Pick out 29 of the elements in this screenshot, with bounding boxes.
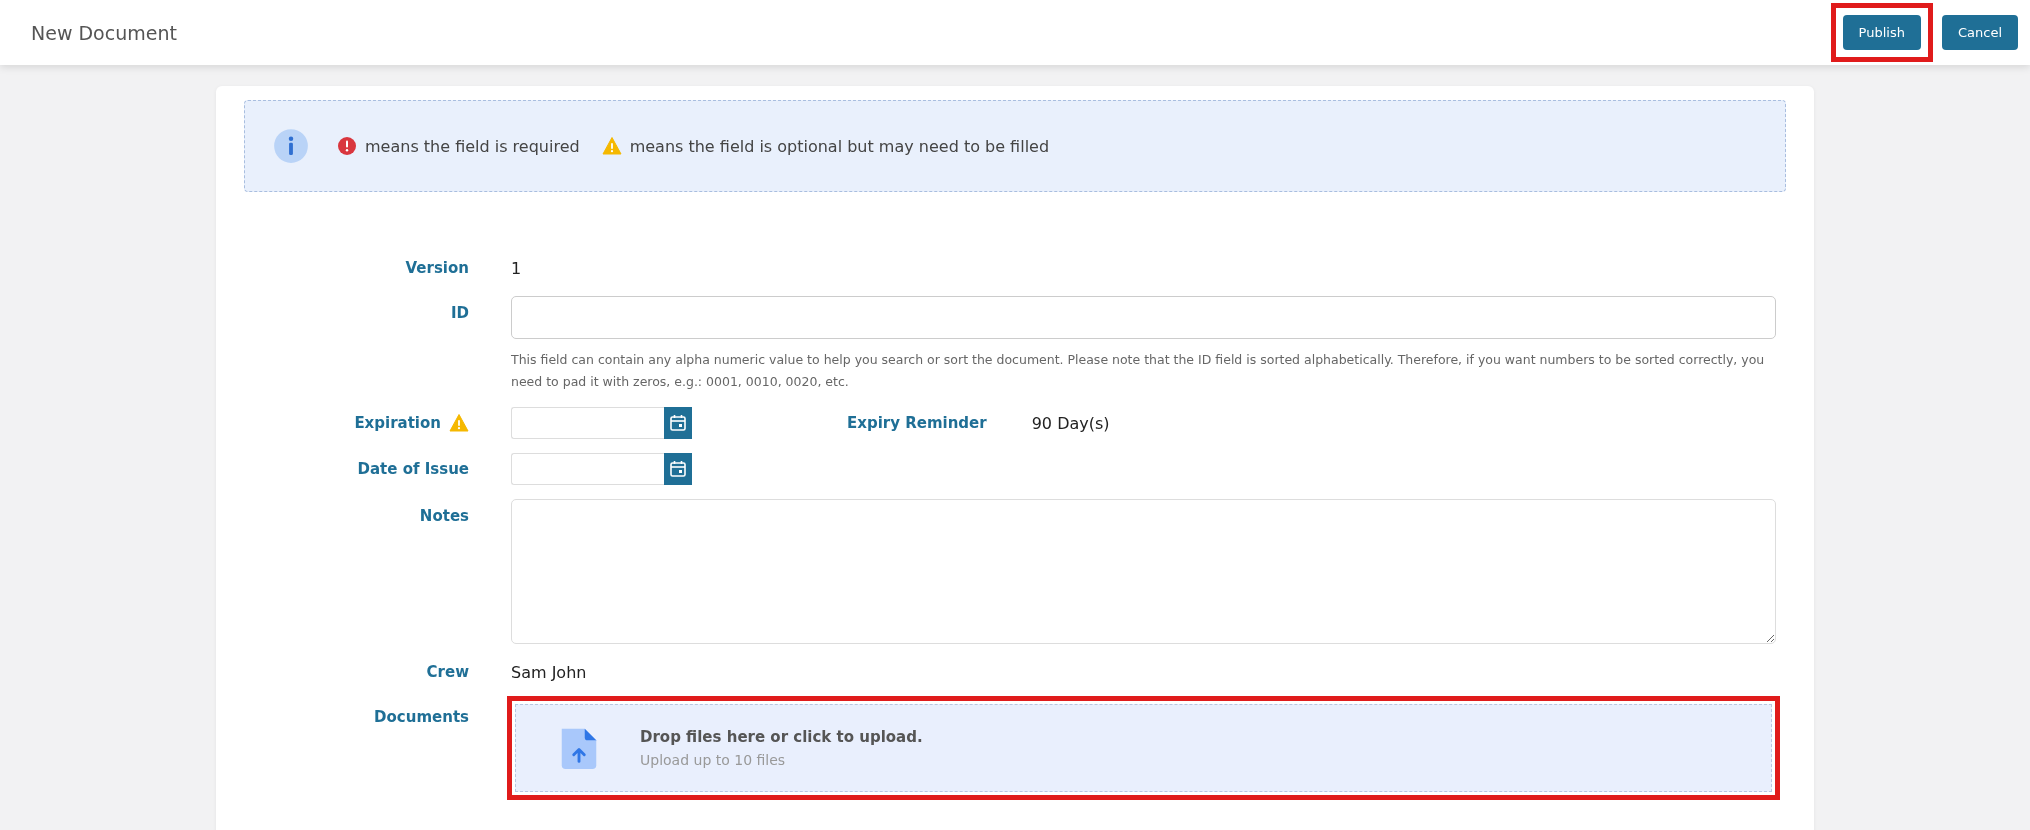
field-label: ID	[450, 304, 469, 322]
field-label: Date of Issue	[357, 460, 469, 478]
field-label: Version	[405, 259, 469, 277]
notes-text-area[interactable]	[511, 499, 1776, 644]
warning-icon	[601, 136, 622, 156]
field-label: Expiration	[354, 414, 441, 432]
id-input-field[interactable]	[511, 296, 1776, 339]
optional-legend: means the field is optional but may need to be filled	[629, 136, 1050, 156]
page-title: New Document	[31, 21, 177, 44]
field-value: 90 Day(s)	[1031, 413, 1110, 433]
required-legend: means the field is required	[365, 136, 580, 156]
field-label: Documents	[374, 708, 469, 726]
publish-button[interactable]: Publish	[1842, 15, 1921, 50]
field-value: 1	[511, 258, 523, 278]
field-label: Notes	[419, 507, 469, 525]
upload-title: Drop files here or click to upload.	[640, 728, 923, 746]
date-input-field[interactable]	[511, 407, 664, 439]
cancel-button[interactable]: Cancel	[1941, 15, 2018, 50]
field-value: Sam John	[511, 662, 588, 682]
error-icon	[337, 136, 357, 156]
calendar-icon[interactable]	[664, 453, 692, 485]
upload-hint: Upload up to 10 files	[640, 752, 787, 768]
date-input-field[interactable]	[511, 453, 664, 485]
help-text: This field can contain any alpha numeric value to help you search or sort the document. Please note that the ID field is sorted alphabetically. Therefore, if you want numbers to be sorted correctly, you need to pad it with zeros, e.g.: 0001, 0010, 0020, etc.	[511, 351, 1766, 391]
field-label: Crew	[426, 663, 469, 681]
field-label: Expiry Reminder	[847, 414, 987, 432]
info-icon	[273, 128, 309, 164]
upload-drop-zone[interactable]: Drop files here or click to upload. Upload up to 10 files	[515, 704, 1772, 792]
calendar-icon[interactable]	[664, 407, 692, 439]
